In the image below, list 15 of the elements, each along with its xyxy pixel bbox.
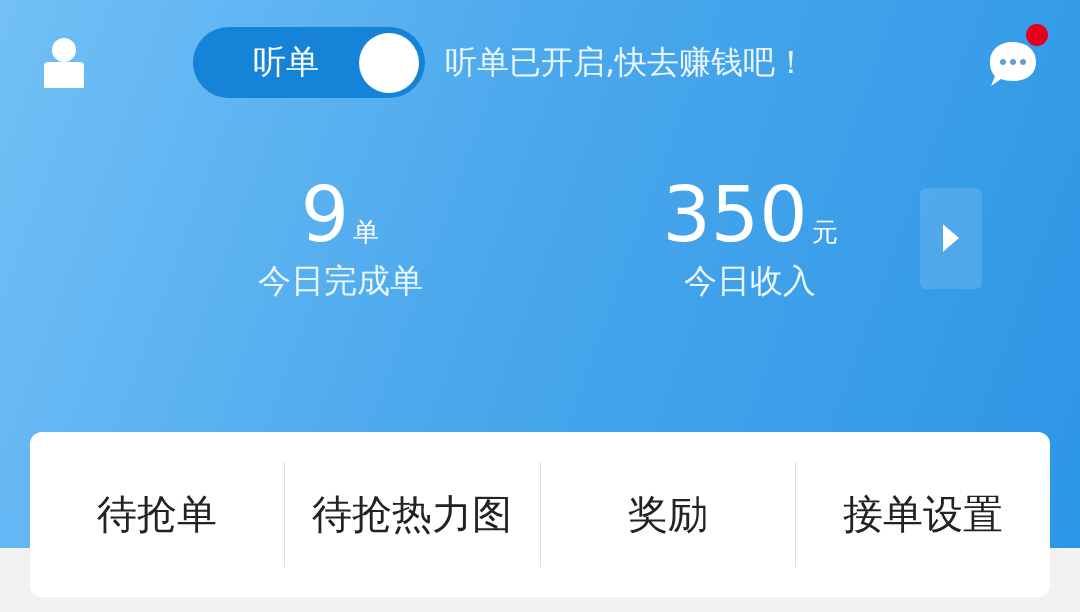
stat-label: 今日收入 xyxy=(684,259,816,302)
menu-item[interactable]: 待抢单 xyxy=(30,487,285,542)
next-button[interactable] xyxy=(920,187,982,289)
menu-item[interactable]: 接单设置 xyxy=(795,487,1050,542)
menu-item[interactable]: 待抢热力图 xyxy=(285,487,540,542)
triangle-icon xyxy=(943,224,959,252)
menu-item[interactable]: 奖励 xyxy=(540,487,795,542)
stat-value: 350 xyxy=(662,172,808,257)
stat-unit: 单 xyxy=(353,215,380,249)
profile-icon[interactable] xyxy=(42,37,86,88)
stat-label: 今日完成单 xyxy=(257,259,423,302)
status-message: 听单已开启,快去赚钱吧！ xyxy=(445,41,809,83)
stat-unit: 元 xyxy=(811,215,838,249)
stat-value: 9 xyxy=(300,172,350,257)
listen-toggle[interactable]: 听单 xyxy=(193,27,425,98)
